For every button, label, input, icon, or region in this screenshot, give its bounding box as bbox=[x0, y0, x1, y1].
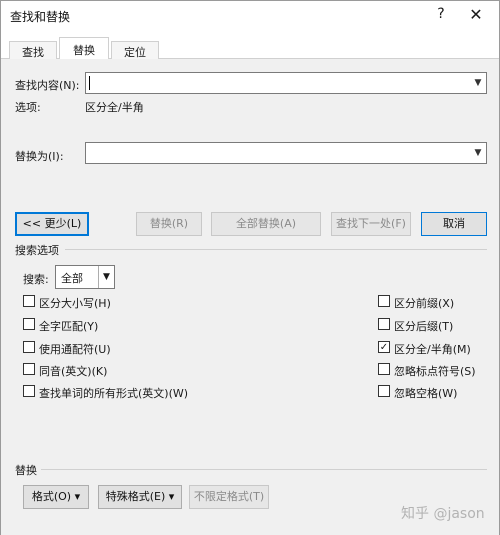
match-case-checkbox[interactable] bbox=[23, 295, 35, 307]
options-label: 选项: bbox=[15, 101, 41, 114]
match-suffix-checkbox[interactable] bbox=[378, 318, 390, 330]
tab-find[interactable]: 查找(D) bbox=[9, 41, 57, 73]
find-replace-dialog: 查找和替换 ? ✕ 查找(D) 替换(P) 定位(G) 查找内容(N): ▼ 选… bbox=[0, 0, 500, 535]
less-button[interactable]: << 更少(L) bbox=[15, 212, 89, 236]
match-case-label: 区分大小写(H) bbox=[39, 297, 111, 310]
wildcards-label: 使用通配符(U) bbox=[39, 343, 111, 356]
match-suffix-label: 区分后缀(T) bbox=[394, 320, 454, 333]
whole-word-checkbox[interactable] bbox=[23, 318, 35, 330]
whole-word-label: 全字匹配(Y) bbox=[39, 320, 99, 333]
window-title: 查找和替换 bbox=[10, 10, 71, 24]
match-width-label: 区分全/半角(M) bbox=[394, 343, 471, 356]
title-bar bbox=[1, 1, 499, 31]
replace-group-title: 替换 bbox=[15, 464, 37, 477]
chevron-down-icon[interactable]: ▼ bbox=[470, 143, 486, 163]
sounds-like-label: 同音(英文)(K) bbox=[39, 365, 108, 378]
find-what-input[interactable]: ▼ bbox=[85, 72, 487, 94]
chevron-down-icon[interactable]: ▼ bbox=[470, 73, 486, 93]
ignore-punctuation-checkbox[interactable] bbox=[378, 363, 390, 375]
all-word-forms-checkbox[interactable] bbox=[23, 385, 35, 397]
search-direction-value: 全部 bbox=[61, 272, 83, 285]
replace-all-button[interactable]: 全部替换(A) bbox=[211, 212, 321, 236]
replace-with-input[interactable]: ▼ bbox=[85, 142, 487, 164]
search-options-title: 搜索选项 bbox=[15, 244, 59, 257]
replace-with-label: 替换为(I): bbox=[15, 150, 64, 163]
text-caret bbox=[89, 76, 90, 90]
find-what-label: 查找内容(N): bbox=[15, 79, 80, 92]
replace-group-divider bbox=[41, 469, 487, 470]
cancel-button[interactable]: 取消 bbox=[421, 212, 487, 236]
close-button[interactable]: ✕ bbox=[467, 5, 485, 25]
format-button[interactable]: 格式(O) ▾ bbox=[23, 485, 89, 509]
search-options-divider bbox=[65, 249, 487, 250]
watermark-text: 知乎 @jason bbox=[401, 506, 485, 522]
options-value: 区分全/半角 bbox=[85, 101, 144, 114]
tab-goto[interactable]: 定位(G) bbox=[111, 41, 159, 73]
match-prefix-checkbox[interactable] bbox=[378, 295, 390, 307]
match-prefix-label: 区分前缀(X) bbox=[394, 297, 455, 310]
search-direction-label: 搜索: bbox=[23, 273, 49, 286]
special-button[interactable]: 特殊格式(E) ▾ bbox=[98, 485, 182, 509]
sounds-like-checkbox[interactable] bbox=[23, 363, 35, 375]
ignore-whitespace-checkbox[interactable] bbox=[378, 385, 390, 397]
tab-replace[interactable]: 替换(P) bbox=[59, 37, 109, 71]
all-word-forms-label: 查找单词的所有形式(英文)(W) bbox=[39, 387, 189, 400]
chevron-down-icon[interactable]: ▼ bbox=[98, 266, 114, 288]
replace-button[interactable]: 替换(R) bbox=[136, 212, 202, 236]
find-next-button[interactable]: 查找下一处(F) bbox=[331, 212, 411, 236]
check-icon: ✓ bbox=[379, 342, 389, 353]
no-formatting-button[interactable]: 不限定格式(T) bbox=[189, 485, 269, 509]
ignore-whitespace-label: 忽略空格(W) bbox=[394, 387, 458, 400]
ignore-punctuation-label: 忽略标点符号(S) bbox=[394, 365, 476, 378]
match-width-checkbox[interactable]: ✓ bbox=[378, 341, 390, 353]
help-button[interactable]: ? bbox=[433, 6, 449, 24]
search-direction-select[interactable]: 全部 ▼ bbox=[55, 265, 115, 289]
wildcards-checkbox[interactable] bbox=[23, 341, 35, 353]
